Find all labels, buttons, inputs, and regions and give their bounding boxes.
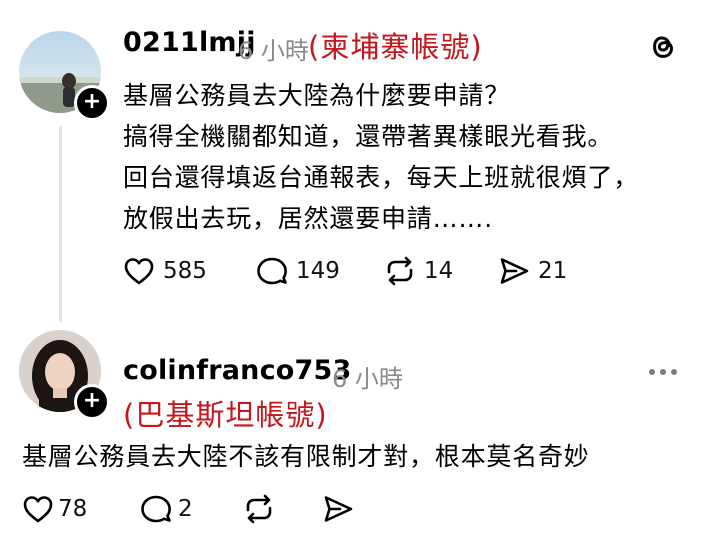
reply-text: 基層公務員去大陸不該有限制才對，根本莫名奇妙 (22, 442, 590, 471)
thread-connector-line (59, 126, 62, 322)
like-button[interactable]: 585 (123, 256, 207, 286)
post-text-line-3: 回台還得填返台通報表，每天上班就很煩了， (123, 163, 640, 192)
share-count: 21 (538, 258, 568, 284)
username[interactable]: colinfranco753 (123, 355, 352, 386)
comment-button[interactable]: 149 (256, 256, 340, 286)
username[interactable]: 0211lmjj (123, 27, 256, 58)
post-time: 6 小時 (238, 37, 309, 65)
comment-button[interactable]: 2 (140, 494, 193, 524)
send-icon (324, 496, 353, 522)
post-text-line-1: 基層公務員去大陸為什麼要申請？ (123, 81, 511, 110)
comment-bubble-icon (257, 257, 287, 285)
like-count: 78 (58, 496, 88, 522)
threads-logo-icon[interactable] (646, 30, 678, 68)
comment-count: 149 (296, 258, 340, 284)
more-options-icon[interactable] (649, 369, 677, 375)
like-button[interactable]: 78 (22, 494, 87, 524)
post-text-line-4: 放假出去玩，居然還要申請……. (123, 204, 493, 233)
repost-count: 14 (424, 258, 454, 284)
share-button[interactable] (322, 494, 354, 524)
repost-button[interactable] (243, 494, 275, 524)
share-button[interactable]: 21 (498, 256, 567, 286)
account-origin-tag: (柬埔寨帳號) (308, 30, 483, 64)
heart-icon (23, 496, 53, 523)
repost-button[interactable]: 14 (384, 256, 453, 286)
like-count: 585 (163, 258, 207, 284)
account-origin-tag: (巴基斯坦帳號) (123, 398, 328, 432)
heart-icon (124, 258, 154, 285)
repost-icon (246, 494, 272, 524)
comment-count: 2 (178, 496, 193, 522)
repost-icon (387, 256, 413, 286)
post-text-line-2: 搞得全機關都知道，還帶著異樣眼光看我。 (123, 122, 614, 151)
follow-button-0211lmjj[interactable]: + (74, 85, 110, 121)
comment-bubble-icon (141, 495, 171, 523)
post-time: 6 小時 (332, 365, 403, 393)
follow-button-colinfranco753[interactable]: + (74, 384, 110, 420)
send-icon (500, 258, 529, 284)
